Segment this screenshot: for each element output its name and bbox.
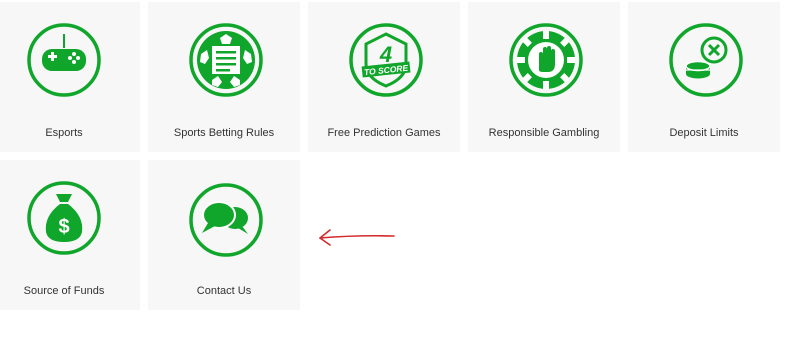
tile-label: Contact Us [196,285,252,297]
4-to-score-icon: 4 TO SCORE [348,22,424,98]
tile-label: Deposit Limits [669,127,739,139]
badge-number: 4 [379,42,392,67]
tile-esports[interactable]: Esports [0,2,140,152]
tile-free-prediction-games[interactable]: 4 TO SCORE Free Prediction Games [308,2,460,152]
tile-label: Source of Funds [23,285,105,297]
tile-label: Sports Betting Rules [173,127,275,139]
tile-responsible-gambling[interactable]: Responsible Gambling [468,2,620,152]
tile-source-of-funds[interactable]: $ Source of Funds [0,160,140,310]
chat-bubbles-icon [188,182,264,258]
help-topics-grid: Esports Sports Betting Rules 4 TO SCORE … [0,0,791,337]
tile-contact-us[interactable]: Contact Us [148,160,300,310]
tile-label: Free Prediction Games [327,127,441,139]
coins-limit-icon [668,22,744,98]
tile-label: Esports [45,127,83,139]
dollar-symbol: $ [58,216,69,238]
tile-deposit-limits[interactable]: Deposit Limits [628,2,780,152]
football-rules-icon [188,22,264,98]
arrow-left-icon [316,224,396,250]
casino-chip-hand-icon [508,22,584,98]
gamepad-icon [26,22,102,98]
money-bag-icon: $ [26,180,102,256]
tile-sports-betting-rules[interactable]: Sports Betting Rules [148,2,300,152]
tile-label: Responsible Gambling [488,127,600,139]
